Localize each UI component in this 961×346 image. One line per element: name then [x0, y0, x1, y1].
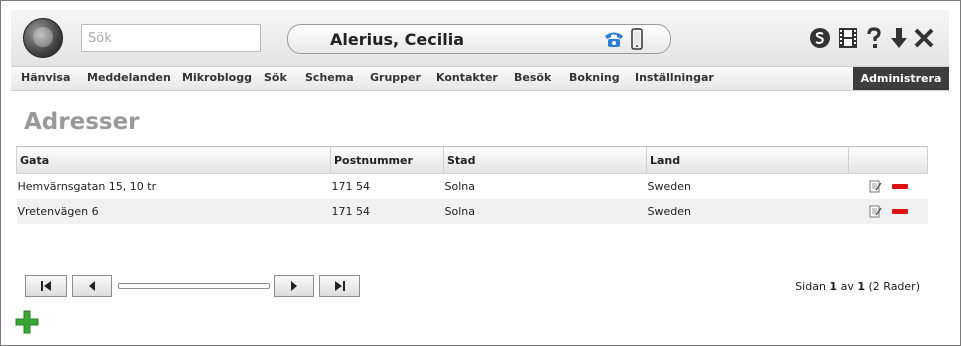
next-icon: [291, 281, 297, 291]
page-slider[interactable]: [118, 283, 270, 289]
header-bar: Alerius, Cecilia: [11, 10, 949, 66]
column-header-actions: [848, 146, 928, 174]
cell-postnummer: 171 54: [330, 173, 444, 199]
cell-gata: Hemvärnsgatan 15, 10 tr: [16, 173, 331, 199]
nav-item-besok[interactable]: Besök: [514, 71, 551, 84]
first-page-icon: [41, 281, 51, 291]
cell-land: Sweden: [646, 199, 849, 224]
address-table: Gata Postnummer Stad Land Hemvärnsgatan …: [16, 146, 928, 224]
film-icon[interactable]: [837, 27, 859, 49]
rows-info: (2 Rader): [868, 280, 921, 293]
app-window: Alerius, Cecilia: [0, 0, 961, 346]
edit-icon[interactable]: [869, 180, 882, 193]
page-label: Sidan: [795, 280, 826, 293]
add-address-button[interactable]: [15, 310, 39, 334]
mobile-icon[interactable]: [631, 28, 643, 53]
table-row[interactable]: Vretenvägen 6 171 54 Solna Sweden: [16, 199, 928, 224]
first-page-button[interactable]: [25, 275, 67, 297]
column-header-stad[interactable]: Stad: [443, 146, 647, 174]
nav-item-administrera[interactable]: Administrera: [853, 67, 949, 90]
next-page-button[interactable]: [274, 275, 314, 297]
column-header-land[interactable]: Land: [646, 146, 849, 174]
main-nav: Hänvisa Meddelanden Mikroblogg Sök Schem…: [11, 66, 949, 91]
last-page-icon: [334, 281, 345, 291]
previous-icon: [89, 281, 95, 291]
column-header-postnummer[interactable]: Postnummer: [330, 146, 444, 174]
nav-item-meddelanden[interactable]: Meddelanden: [87, 71, 171, 84]
help-icon[interactable]: [863, 27, 885, 49]
table-header-row: Gata Postnummer Stad Land: [16, 146, 928, 174]
add-icon: [15, 310, 39, 334]
cell-stad: Solna: [443, 199, 647, 224]
nav-item-mikroblogg[interactable]: Mikroblogg: [182, 71, 252, 84]
of-label: av: [840, 280, 854, 293]
user-name: Alerius, Cecilia: [330, 30, 464, 49]
last-page-button[interactable]: [319, 275, 360, 297]
row-actions: [848, 173, 928, 199]
nav-item-installningar[interactable]: Inställningar: [635, 71, 714, 84]
nav-item-sok[interactable]: Sök: [264, 71, 287, 84]
nav-item-hanvisa[interactable]: Hänvisa: [21, 71, 70, 84]
nav-item-grupper[interactable]: Grupper: [370, 71, 421, 84]
page-title: Adresser: [24, 109, 140, 135]
cell-gata: Vretenvägen 6: [16, 199, 331, 224]
previous-page-button[interactable]: [72, 275, 112, 297]
skype-icon[interactable]: [809, 27, 831, 49]
column-header-gata[interactable]: Gata: [16, 146, 331, 174]
nav-item-kontakter[interactable]: Kontakter: [436, 71, 498, 84]
cell-stad: Solna: [443, 173, 647, 199]
phone-icon[interactable]: [603, 28, 625, 53]
globe-logo[interactable]: [23, 18, 63, 58]
delete-icon[interactable]: [891, 184, 908, 190]
search-input[interactable]: [81, 24, 261, 52]
nav-item-bokning[interactable]: Bokning: [569, 71, 620, 84]
edit-icon[interactable]: [869, 205, 882, 218]
nav-item-schema[interactable]: Schema: [305, 71, 354, 84]
cell-land: Sweden: [646, 173, 849, 199]
close-icon[interactable]: [913, 27, 935, 49]
cell-postnummer: 171 54: [330, 199, 444, 224]
user-panel: Alerius, Cecilia: [287, 24, 671, 54]
page-total: 1: [857, 280, 865, 293]
delete-icon[interactable]: [891, 209, 908, 215]
table-row[interactable]: Hemvärnsgatan 15, 10 tr 171 54 Solna Swe…: [16, 173, 928, 199]
page-current: 1: [829, 280, 838, 293]
download-icon[interactable]: [888, 27, 910, 49]
page-info: Sidan 1 av 1 (2 Rader): [795, 280, 920, 293]
row-actions: [848, 199, 928, 224]
